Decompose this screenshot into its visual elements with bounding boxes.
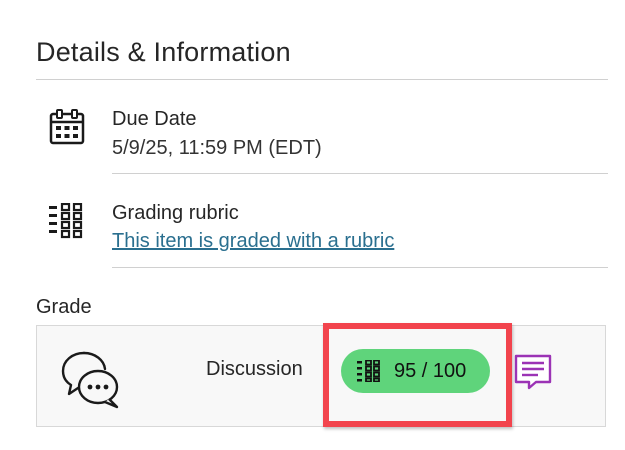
discussion-icon	[60, 350, 122, 415]
grade-label: Grade	[36, 296, 92, 318]
rubric-grid-icon	[48, 202, 86, 244]
feedback-icon[interactable]	[514, 354, 552, 395]
calendar-icon	[48, 108, 86, 151]
grade-pill-button[interactable]: 95 / 100	[341, 349, 490, 393]
due-date-value: 5/9/25, 11:59 PM (EDT)	[112, 137, 322, 159]
divider	[36, 79, 608, 80]
rubric-grid-icon	[357, 359, 383, 387]
grading-rubric-label: Grading rubric	[112, 202, 239, 224]
due-date-label: Due Date	[112, 108, 197, 130]
rubric-link[interactable]: This item is graded with a rubric	[112, 230, 394, 253]
discussion-label: Discussion	[206, 358, 303, 380]
grade-score: 95 / 100	[394, 360, 467, 382]
divider	[112, 173, 608, 174]
grading-rubric-row: Grading rubric This item is graded with …	[36, 195, 608, 265]
divider	[112, 267, 608, 268]
due-date-row: Due Date 5/9/25, 11:59 PM (EDT)	[36, 100, 608, 170]
section-title: Details & Information	[36, 37, 291, 67]
